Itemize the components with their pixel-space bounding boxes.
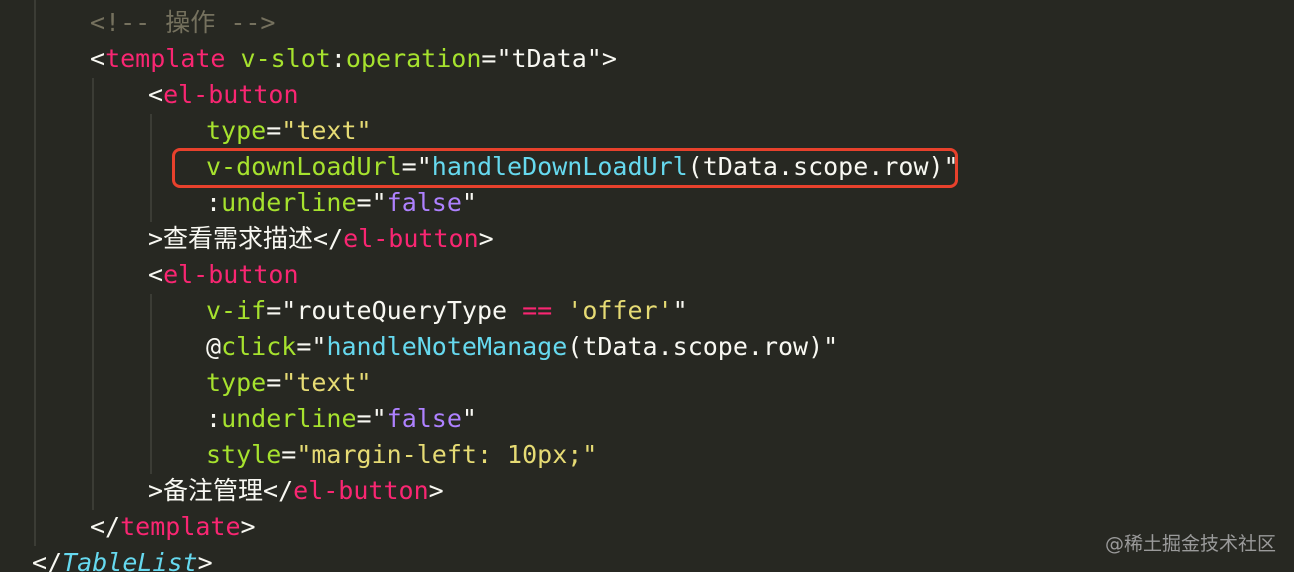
code-token: <!-- xyxy=(90,8,166,37)
code-token: false xyxy=(386,188,462,217)
code-token: > xyxy=(197,548,213,572)
code-line: :underline="false" xyxy=(206,185,477,221)
code-token: "routeQueryType xyxy=(281,296,523,325)
code-token: style xyxy=(206,440,282,469)
code-token: "text" xyxy=(281,368,372,397)
code-token: > xyxy=(240,512,256,541)
code-line: <el-button xyxy=(148,77,299,113)
indent-guide xyxy=(34,0,36,546)
code-token: 'offer' xyxy=(567,296,673,325)
code-token: >备注管理</ xyxy=(148,476,294,505)
code-token: " xyxy=(672,296,688,325)
code-token: == xyxy=(522,296,553,325)
code-token: = xyxy=(356,404,372,433)
code-token: " xyxy=(461,404,477,433)
code-line: <el-button xyxy=(148,257,299,293)
code-token: < xyxy=(90,44,106,73)
code-token: = xyxy=(266,116,282,145)
code-token: (tData.scope.row)" xyxy=(567,332,839,361)
indent-guide xyxy=(150,114,152,222)
code-line: :underline="false" xyxy=(206,401,477,437)
code-token: = xyxy=(296,332,312,361)
code-token: = xyxy=(266,296,282,325)
code-line: type="text" xyxy=(206,113,372,149)
code-line: type="text" xyxy=(206,365,372,401)
code-token: operation xyxy=(345,44,482,73)
code-token: el-button xyxy=(163,80,299,109)
code-token: template xyxy=(105,44,226,73)
code-token: " xyxy=(371,404,387,433)
code-token: < xyxy=(148,260,164,289)
code-token: underline xyxy=(221,188,357,217)
code-token: v-if xyxy=(206,296,267,325)
code-token: " xyxy=(461,188,477,217)
code-token: > xyxy=(601,44,617,73)
code-token: >查看需求描述</ xyxy=(148,224,344,253)
code-token: = xyxy=(281,440,297,469)
code-line: style="margin-left: 10px;" xyxy=(206,437,597,473)
code-token: " xyxy=(311,332,327,361)
code-line: >备注管理</el-button> xyxy=(148,473,444,509)
code-token: : xyxy=(330,44,346,73)
code-token: > xyxy=(428,476,444,505)
code-token: el-button xyxy=(343,224,479,253)
code-line: </TableList> xyxy=(32,545,213,572)
code-line: @click="handleNoteManage(tData.scope.row… xyxy=(206,329,838,365)
code-token: </ xyxy=(90,512,121,541)
code-line: <!-- 操作 --> xyxy=(90,5,276,41)
code-editor: <!-- 操作 --> <template v-slot:operation="t… xyxy=(0,0,1294,572)
code-token: --> xyxy=(215,8,276,37)
code-token: click xyxy=(221,332,297,361)
code-token: el-button xyxy=(293,476,429,505)
indent-guide xyxy=(150,294,152,474)
code-line: <template v-slot:operation="tData"> xyxy=(90,41,617,77)
code-token: = xyxy=(481,44,497,73)
code-token: </ xyxy=(32,548,63,572)
code-token: "text" xyxy=(281,116,372,145)
watermark-text: @稀土掘金技术社区 xyxy=(1104,533,1276,555)
code-token: = xyxy=(266,368,282,397)
code-token: > xyxy=(478,224,494,253)
highlight-annotation-box xyxy=(172,148,958,188)
code-line: </template> xyxy=(90,509,256,545)
code-token: false xyxy=(386,404,462,433)
code-token: @ xyxy=(206,332,222,361)
code-token: v-slot xyxy=(240,44,331,73)
indent-guide xyxy=(92,78,94,510)
code-token: template xyxy=(120,512,241,541)
code-token: 操作 xyxy=(165,8,216,37)
code-token: " xyxy=(371,188,387,217)
code-line: v-if="routeQueryType == 'offer'" xyxy=(206,293,688,329)
code-token: "tData" xyxy=(496,44,602,73)
code-token: handleNoteManage xyxy=(326,332,568,361)
code-token: "margin-left: 10px;" xyxy=(296,440,598,469)
code-token: el-button xyxy=(163,260,299,289)
code-token: type xyxy=(206,116,267,145)
code-token: underline xyxy=(221,404,357,433)
code-token: = xyxy=(356,188,372,217)
code-token: < xyxy=(148,80,164,109)
code-line: >查看需求描述</el-button> xyxy=(148,221,494,257)
code-token: TableList xyxy=(62,548,198,572)
code-token: : xyxy=(206,404,222,433)
code-token: type xyxy=(206,368,267,397)
code-token: : xyxy=(206,188,222,217)
